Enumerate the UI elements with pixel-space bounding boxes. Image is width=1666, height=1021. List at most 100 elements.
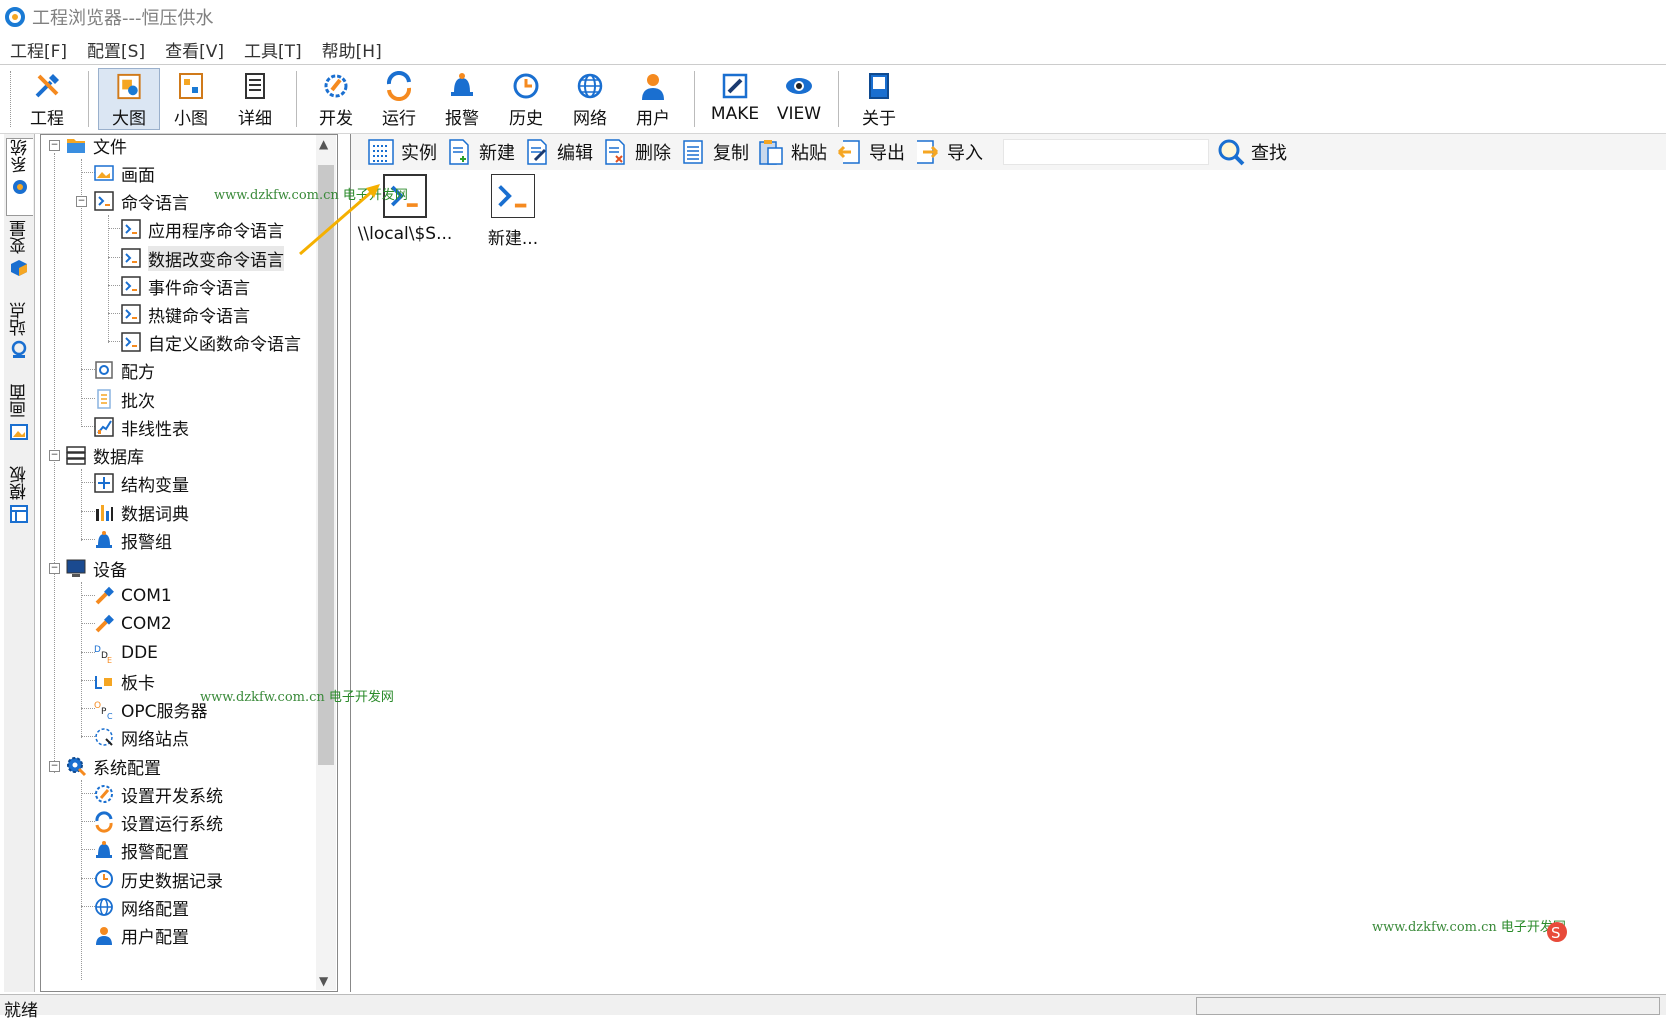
tree-node-sysconf[interactable]: 系统配置	[65, 753, 161, 779]
search-input[interactable]	[1003, 139, 1209, 165]
new-item[interactable]: 新建...	[463, 174, 563, 249]
view-button[interactable]: VIEW	[768, 68, 830, 130]
large-icon-view-button[interactable]: 大图	[98, 68, 160, 130]
tree-node-board[interactable]: 板卡	[93, 668, 155, 694]
history-button[interactable]: 历史	[495, 68, 557, 130]
detail-view-button[interactable]: 详细	[224, 68, 286, 130]
edit-button[interactable]: 编辑	[523, 138, 593, 166]
run-button[interactable]: 运行	[368, 68, 430, 130]
tab-templates[interactable]: 模板	[6, 466, 32, 542]
tree-node-recipe[interactable]: 配方	[93, 357, 155, 383]
search-icon	[1218, 139, 1245, 166]
tree-node-com1[interactable]: COM1	[93, 583, 172, 609]
batch-icon	[97, 389, 111, 409]
toolbar-grip[interactable]	[10, 71, 14, 127]
export-button[interactable]: 导出	[835, 138, 905, 166]
project-button[interactable]: 工程	[16, 68, 78, 130]
menu-project[interactable]: 工程[F]	[10, 37, 67, 62]
export-icon	[837, 140, 860, 164]
tree-node-com2[interactable]: COM2	[93, 611, 172, 637]
tree-node-user-conf[interactable]: 用户配置	[93, 922, 189, 948]
alarm-button[interactable]: 报警	[431, 68, 493, 130]
tree-node-struct[interactable]: 结构变量	[93, 470, 189, 496]
paste-button[interactable]: 粘贴	[757, 138, 827, 166]
tree-node-nonlinear[interactable]: 非线性表	[93, 414, 189, 440]
expand-toggle-file[interactable]: −	[49, 140, 60, 151]
new-button[interactable]: 新建	[445, 138, 515, 166]
tree-node-device[interactable]: 设备	[65, 555, 127, 581]
terminal-icon	[121, 332, 141, 352]
tree-node-hist-rec[interactable]: 历史数据记录	[93, 866, 223, 892]
tree-node-dde[interactable]: DDE DDE	[93, 640, 158, 666]
tree-node-cmd[interactable]: 命令语言	[93, 188, 189, 214]
serial-plug-icon	[95, 586, 114, 605]
status-pane	[1196, 997, 1660, 1015]
user-button[interactable]: 用户	[622, 68, 684, 130]
main-toolbar: 工程 大图 小图 详细 开发 运行 报警 历史 网络 用户 MAKE VIEW …	[0, 64, 1666, 134]
expand-toggle-cmd[interactable]: −	[76, 196, 87, 207]
tree-node-alarmgroup[interactable]: 报警组	[93, 527, 172, 553]
book-icon	[869, 73, 889, 99]
terminal-icon	[94, 191, 114, 211]
scroll-down-icon[interactable]: ▼	[319, 974, 328, 988]
svg-text:S: S	[1551, 924, 1561, 942]
tree-node-cmd-func[interactable]: 自定义函数命令语言	[120, 329, 301, 355]
instance-grid-icon	[368, 139, 394, 165]
tab-system[interactable]: 系统	[6, 138, 33, 216]
gear-develop-icon	[95, 785, 113, 803]
network-button[interactable]: 网络	[559, 68, 621, 130]
menu-config[interactable]: 配置[S]	[87, 37, 145, 62]
copy-button[interactable]: 复制	[679, 138, 749, 166]
expand-toggle-db[interactable]: −	[49, 450, 60, 461]
find-button[interactable]: 查找	[1217, 138, 1287, 166]
tree-node-set-dev[interactable]: 设置开发系统	[93, 781, 223, 807]
station-icon	[11, 340, 27, 358]
tree-node-set-run[interactable]: 设置运行系统	[93, 809, 223, 835]
svg-text:E: E	[107, 656, 112, 664]
tree-node-dict[interactable]: 数据词典	[93, 499, 189, 525]
recipe-icon	[95, 361, 113, 379]
tree-node-opc[interactable]: OPC OPC服务器	[93, 696, 208, 722]
tree-node-cmd-data[interactable]: 数据改变命令语言	[120, 245, 284, 271]
tab-stations[interactable]: 站点	[6, 302, 32, 378]
watermark: www.dzkfw.com.cn 电子开发网	[1372, 920, 1566, 935]
tree-node-netsite[interactable]: 网络站点	[93, 724, 189, 750]
menu-tools[interactable]: 工具[T]	[244, 37, 302, 62]
tree-node-cmd-hotkey[interactable]: 热键命令语言	[120, 301, 250, 327]
delete-button[interactable]: 删除	[601, 138, 671, 166]
menu-view[interactable]: 查看[V]	[165, 37, 224, 62]
svg-text:D: D	[94, 645, 101, 655]
delete-doc-icon	[605, 139, 625, 165]
picture-icon	[94, 165, 114, 181]
side-tab-strip: 系统 变量 站点 画面 模板	[4, 134, 35, 992]
tree-node-net-conf[interactable]: 网络配置	[93, 894, 189, 920]
tree-node-cmd-app[interactable]: 应用程序命令语言	[120, 216, 284, 242]
clock-icon	[95, 870, 113, 888]
tree-scrollbar[interactable]: ▲ ▼	[316, 135, 336, 990]
import-button[interactable]: 导入	[913, 138, 983, 166]
user-icon	[642, 74, 664, 100]
instance-button[interactable]: 实例	[367, 138, 437, 166]
small-icon-view-button[interactable]: 小图	[160, 68, 222, 130]
expand-toggle-sysconf[interactable]: −	[49, 761, 60, 772]
tree-node-db[interactable]: 数据库	[65, 442, 144, 468]
tree-node-cmd-event[interactable]: 事件命令语言	[120, 273, 250, 299]
make-button[interactable]: MAKE	[704, 68, 766, 130]
tree-node-batch[interactable]: 批次	[93, 386, 155, 412]
tree-node-alarm-conf[interactable]: 报警配置	[93, 837, 189, 863]
tab-screens[interactable]: 画面	[6, 384, 32, 460]
tab-variables[interactable]: 变量	[6, 220, 32, 296]
chart-icon	[94, 417, 114, 437]
expand-toggle-device[interactable]: −	[49, 563, 60, 574]
terminal-icon	[121, 248, 141, 268]
project-tree: − − − − − 文件 画面 命令语言 应用程序命令语言 数据改变命令语言 事…	[40, 134, 338, 992]
about-button[interactable]: 关于	[848, 68, 910, 130]
watermark: www.dzkfw.com.cn 电子开发网	[200, 690, 394, 705]
develop-button[interactable]: 开发	[305, 68, 367, 130]
scroll-up-icon[interactable]: ▲	[319, 137, 328, 151]
svg-text:C: C	[107, 712, 113, 720]
tree-node-screen[interactable]: 画面	[93, 160, 155, 186]
tree-node-file[interactable]: 文件	[65, 135, 127, 158]
menu-help[interactable]: 帮助[H]	[322, 37, 382, 62]
globe-icon	[577, 73, 603, 99]
